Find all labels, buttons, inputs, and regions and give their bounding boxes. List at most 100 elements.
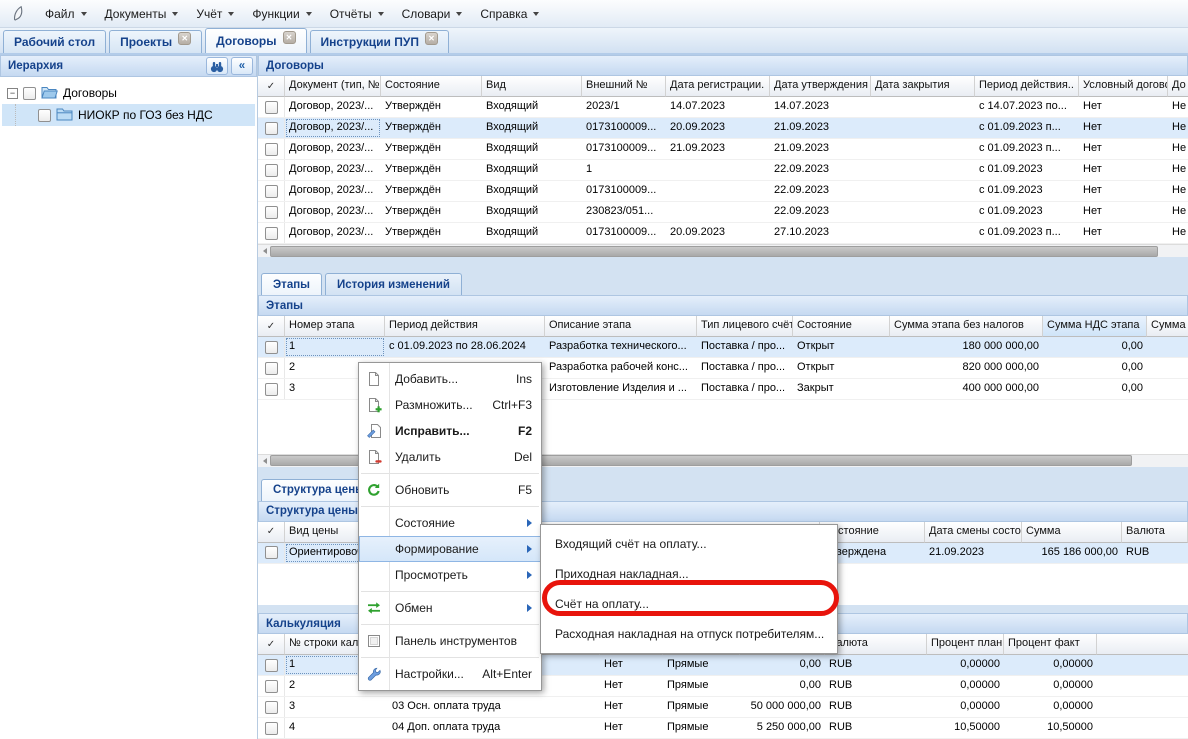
select-all-column-header[interactable]: ✓: [258, 316, 285, 337]
row-checkbox[interactable]: [265, 341, 278, 354]
row-checkbox[interactable]: [265, 659, 278, 672]
select-all-column-header[interactable]: ✓: [258, 522, 285, 543]
search-icon[interactable]: [206, 57, 228, 75]
row-checkbox-cell[interactable]: [258, 118, 285, 138]
tab-Этапы[interactable]: Этапы: [261, 273, 322, 295]
row-checkbox-cell[interactable]: [258, 718, 285, 738]
column-header[interactable]: Процент план: [927, 634, 1004, 655]
submenu-item[interactable]: Приходная накладная...: [541, 559, 837, 589]
tab-Инструкции ПУП[interactable]: Инструкции ПУП✕: [310, 30, 449, 53]
column-header[interactable]: Состояние: [381, 76, 482, 97]
scroll-left-icon[interactable]: [259, 246, 270, 257]
column-header[interactable]: Дата утверждения: [770, 76, 871, 97]
menubar-item[interactable]: Функции: [243, 3, 320, 25]
column-header[interactable]: Условный договор: [1079, 76, 1168, 97]
column-header[interactable]: Процент факт: [1004, 634, 1097, 655]
column-header[interactable]: Валюта: [825, 634, 927, 655]
menu-item-исправить-[interactable]: Исправить...F2: [359, 418, 541, 444]
menubar-item[interactable]: Файл: [36, 3, 96, 25]
row-checkbox[interactable]: [265, 143, 278, 156]
menu-item-формирование[interactable]: Формирование: [359, 536, 541, 562]
row-checkbox[interactable]: [265, 122, 278, 135]
column-header[interactable]: [1097, 634, 1188, 655]
tree-item[interactable]: НИОКР по ГОЗ без НДС: [2, 104, 255, 126]
menubar-item[interactable]: Справка: [471, 3, 548, 25]
column-header[interactable]: Дата смены состоя: [925, 522, 1022, 543]
row-checkbox[interactable]: [265, 206, 278, 219]
menubar-item[interactable]: Отчёты: [321, 3, 393, 25]
table-row[interactable]: Договор, 2023/...УтверждёнВходящий017310…: [258, 223, 1188, 244]
column-header[interactable]: Сумма этапа без налогов: [890, 316, 1043, 337]
tree-expander-icon[interactable]: −: [7, 88, 18, 99]
menubar-item[interactable]: Учёт: [187, 3, 243, 25]
table-row[interactable]: Договор, 2023/...УтверждёнВходящий017310…: [258, 139, 1188, 160]
tab-close-icon[interactable]: ✕: [283, 31, 296, 44]
table-row[interactable]: Договор, 2023/...УтверждёнВходящий017310…: [258, 118, 1188, 139]
column-header[interactable]: До: [1168, 76, 1188, 97]
table-row[interactable]: 303 Осн. оплата трудаНетПрямые50 000 000…: [258, 697, 1188, 718]
tree-item[interactable]: −Договоры: [2, 82, 255, 104]
row-checkbox[interactable]: [265, 383, 278, 396]
scrollbar-thumb[interactable]: [270, 246, 1158, 257]
row-checkbox[interactable]: [265, 722, 278, 735]
collapse-panel-icon[interactable]: «: [231, 57, 253, 75]
tab-Проекты[interactable]: Проекты✕: [109, 30, 202, 53]
row-checkbox[interactable]: [265, 227, 278, 240]
column-header[interactable]: Сумма эт: [1147, 316, 1188, 337]
contracts-horizontal-scrollbar[interactable]: [258, 244, 1188, 257]
menu-item-добавить-[interactable]: Добавить...Ins: [359, 366, 541, 392]
tab-История изменений[interactable]: История изменений: [325, 273, 462, 295]
tab-Договоры[interactable]: Договоры✕: [205, 28, 306, 53]
row-checkbox-cell[interactable]: [258, 697, 285, 717]
column-header[interactable]: Дата регистрации.: [666, 76, 770, 97]
row-checkbox[interactable]: [265, 101, 278, 114]
table-row[interactable]: Договор, 2023/...УтверждёнВходящий2023/1…: [258, 97, 1188, 118]
column-header[interactable]: Валюта: [1122, 522, 1188, 543]
column-header[interactable]: Тип лицевого счёт: [697, 316, 793, 337]
row-checkbox-cell[interactable]: [258, 379, 285, 399]
column-header[interactable]: Состояние: [793, 316, 890, 337]
tab-close-icon[interactable]: ✕: [425, 32, 438, 45]
row-checkbox[interactable]: [265, 701, 278, 714]
row-checkbox-cell[interactable]: [258, 160, 285, 180]
row-checkbox-cell[interactable]: [258, 337, 285, 357]
menu-item-размножить-[interactable]: Размножить...Ctrl+F3: [359, 392, 541, 418]
scroll-left-icon[interactable]: [259, 455, 270, 466]
row-checkbox-cell[interactable]: [258, 655, 285, 675]
row-checkbox-cell[interactable]: [258, 202, 285, 222]
menu-item-обмен[interactable]: Обмен: [359, 595, 541, 621]
row-checkbox-cell[interactable]: [258, 543, 285, 563]
table-row[interactable]: Договор, 2023/...УтверждёнВходящий122.09…: [258, 160, 1188, 181]
menubar-item[interactable]: Словари: [393, 3, 472, 25]
table-row[interactable]: Договор, 2023/...УтверждёнВходящий017310…: [258, 181, 1188, 202]
table-row[interactable]: 1с 01.09.2023 по 28.06.2024Разработка те…: [258, 337, 1188, 358]
menu-item-удалить[interactable]: УдалитьDel: [359, 444, 541, 470]
row-checkbox[interactable]: [265, 164, 278, 177]
tab-close-icon[interactable]: ✕: [178, 32, 191, 45]
column-header[interactable]: Документ (тип, №: [285, 76, 381, 97]
row-checkbox-cell[interactable]: [258, 676, 285, 696]
table-row[interactable]: 404 Доп. оплата трудаНетПрямые5 250 000,…: [258, 718, 1188, 739]
row-checkbox[interactable]: [265, 362, 278, 375]
select-all-column-header[interactable]: ✓: [258, 634, 285, 655]
submenu-item[interactable]: Расходная накладная на отпуск потребител…: [541, 619, 837, 649]
column-header[interactable]: Период действия: [385, 316, 545, 337]
menu-item-настройки-[interactable]: Настройки...Alt+Enter: [359, 661, 541, 687]
row-checkbox[interactable]: [265, 185, 278, 198]
column-header[interactable]: Номер этапа: [285, 316, 385, 337]
column-header[interactable]: Сумма: [1022, 522, 1122, 543]
tab-Рабочий стол[interactable]: Рабочий стол: [3, 30, 106, 53]
column-header[interactable]: Дата закрытия: [871, 76, 975, 97]
submenu-item[interactable]: Входящий счёт на оплату...: [541, 529, 837, 559]
row-checkbox[interactable]: [265, 680, 278, 693]
row-checkbox-cell[interactable]: [258, 97, 285, 117]
menubar-item[interactable]: Документы: [96, 3, 188, 25]
menu-item-состояние[interactable]: Состояние: [359, 510, 541, 536]
row-checkbox[interactable]: [265, 546, 278, 559]
column-header[interactable]: Описание этапа: [545, 316, 697, 337]
tree-checkbox[interactable]: [38, 109, 51, 122]
menu-item-панель-инструментов[interactable]: Панель инструментов: [359, 628, 541, 654]
menu-item-обновить[interactable]: ОбновитьF5: [359, 477, 541, 503]
row-checkbox-cell[interactable]: [258, 358, 285, 378]
row-checkbox-cell[interactable]: [258, 223, 285, 243]
